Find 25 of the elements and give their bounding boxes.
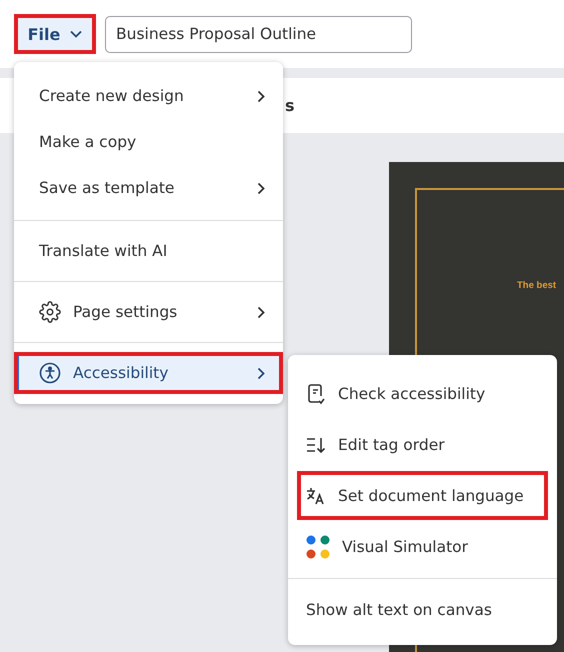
caret-icon <box>70 30 82 38</box>
toolbar-label[interactable]: s <box>285 96 295 115</box>
menu-item[interactable]: Page settings <box>14 291 283 333</box>
menu-item[interactable]: Visual Simulator <box>296 521 549 572</box>
list-order-icon <box>306 436 326 454</box>
menu-item[interactable]: Set document language <box>296 470 549 521</box>
menu-item[interactable]: Translate with AI <box>14 230 283 272</box>
document-check-icon <box>306 382 326 404</box>
menu-item[interactable]: Accessibility <box>14 352 283 394</box>
title-field[interactable]: Business Proposal Outline <box>105 16 412 52</box>
menu-item[interactable]: Show alt text on canvas <box>296 585 549 635</box>
menu-item[interactable]: Save as template <box>14 165 283 211</box>
translate-icon <box>306 486 326 504</box>
chevron-right-icon <box>257 90 265 102</box>
colored-dots-icon <box>306 534 330 558</box>
menu-item[interactable]: Make a copy <box>14 119 283 165</box>
menu-item[interactable]: Check accessibility <box>296 368 549 419</box>
file-menu-button[interactable]: File <box>14 14 96 54</box>
menu-item[interactable]: Edit tag order <box>296 419 549 470</box>
settings-icon <box>39 301 61 323</box>
chevron-right-icon <box>257 306 265 318</box>
accessibility-icon <box>39 362 61 384</box>
chevron-right-icon <box>257 182 265 194</box>
menu-item[interactable]: Create new design <box>14 73 283 119</box>
chevron-right-icon <box>257 366 265 380</box>
